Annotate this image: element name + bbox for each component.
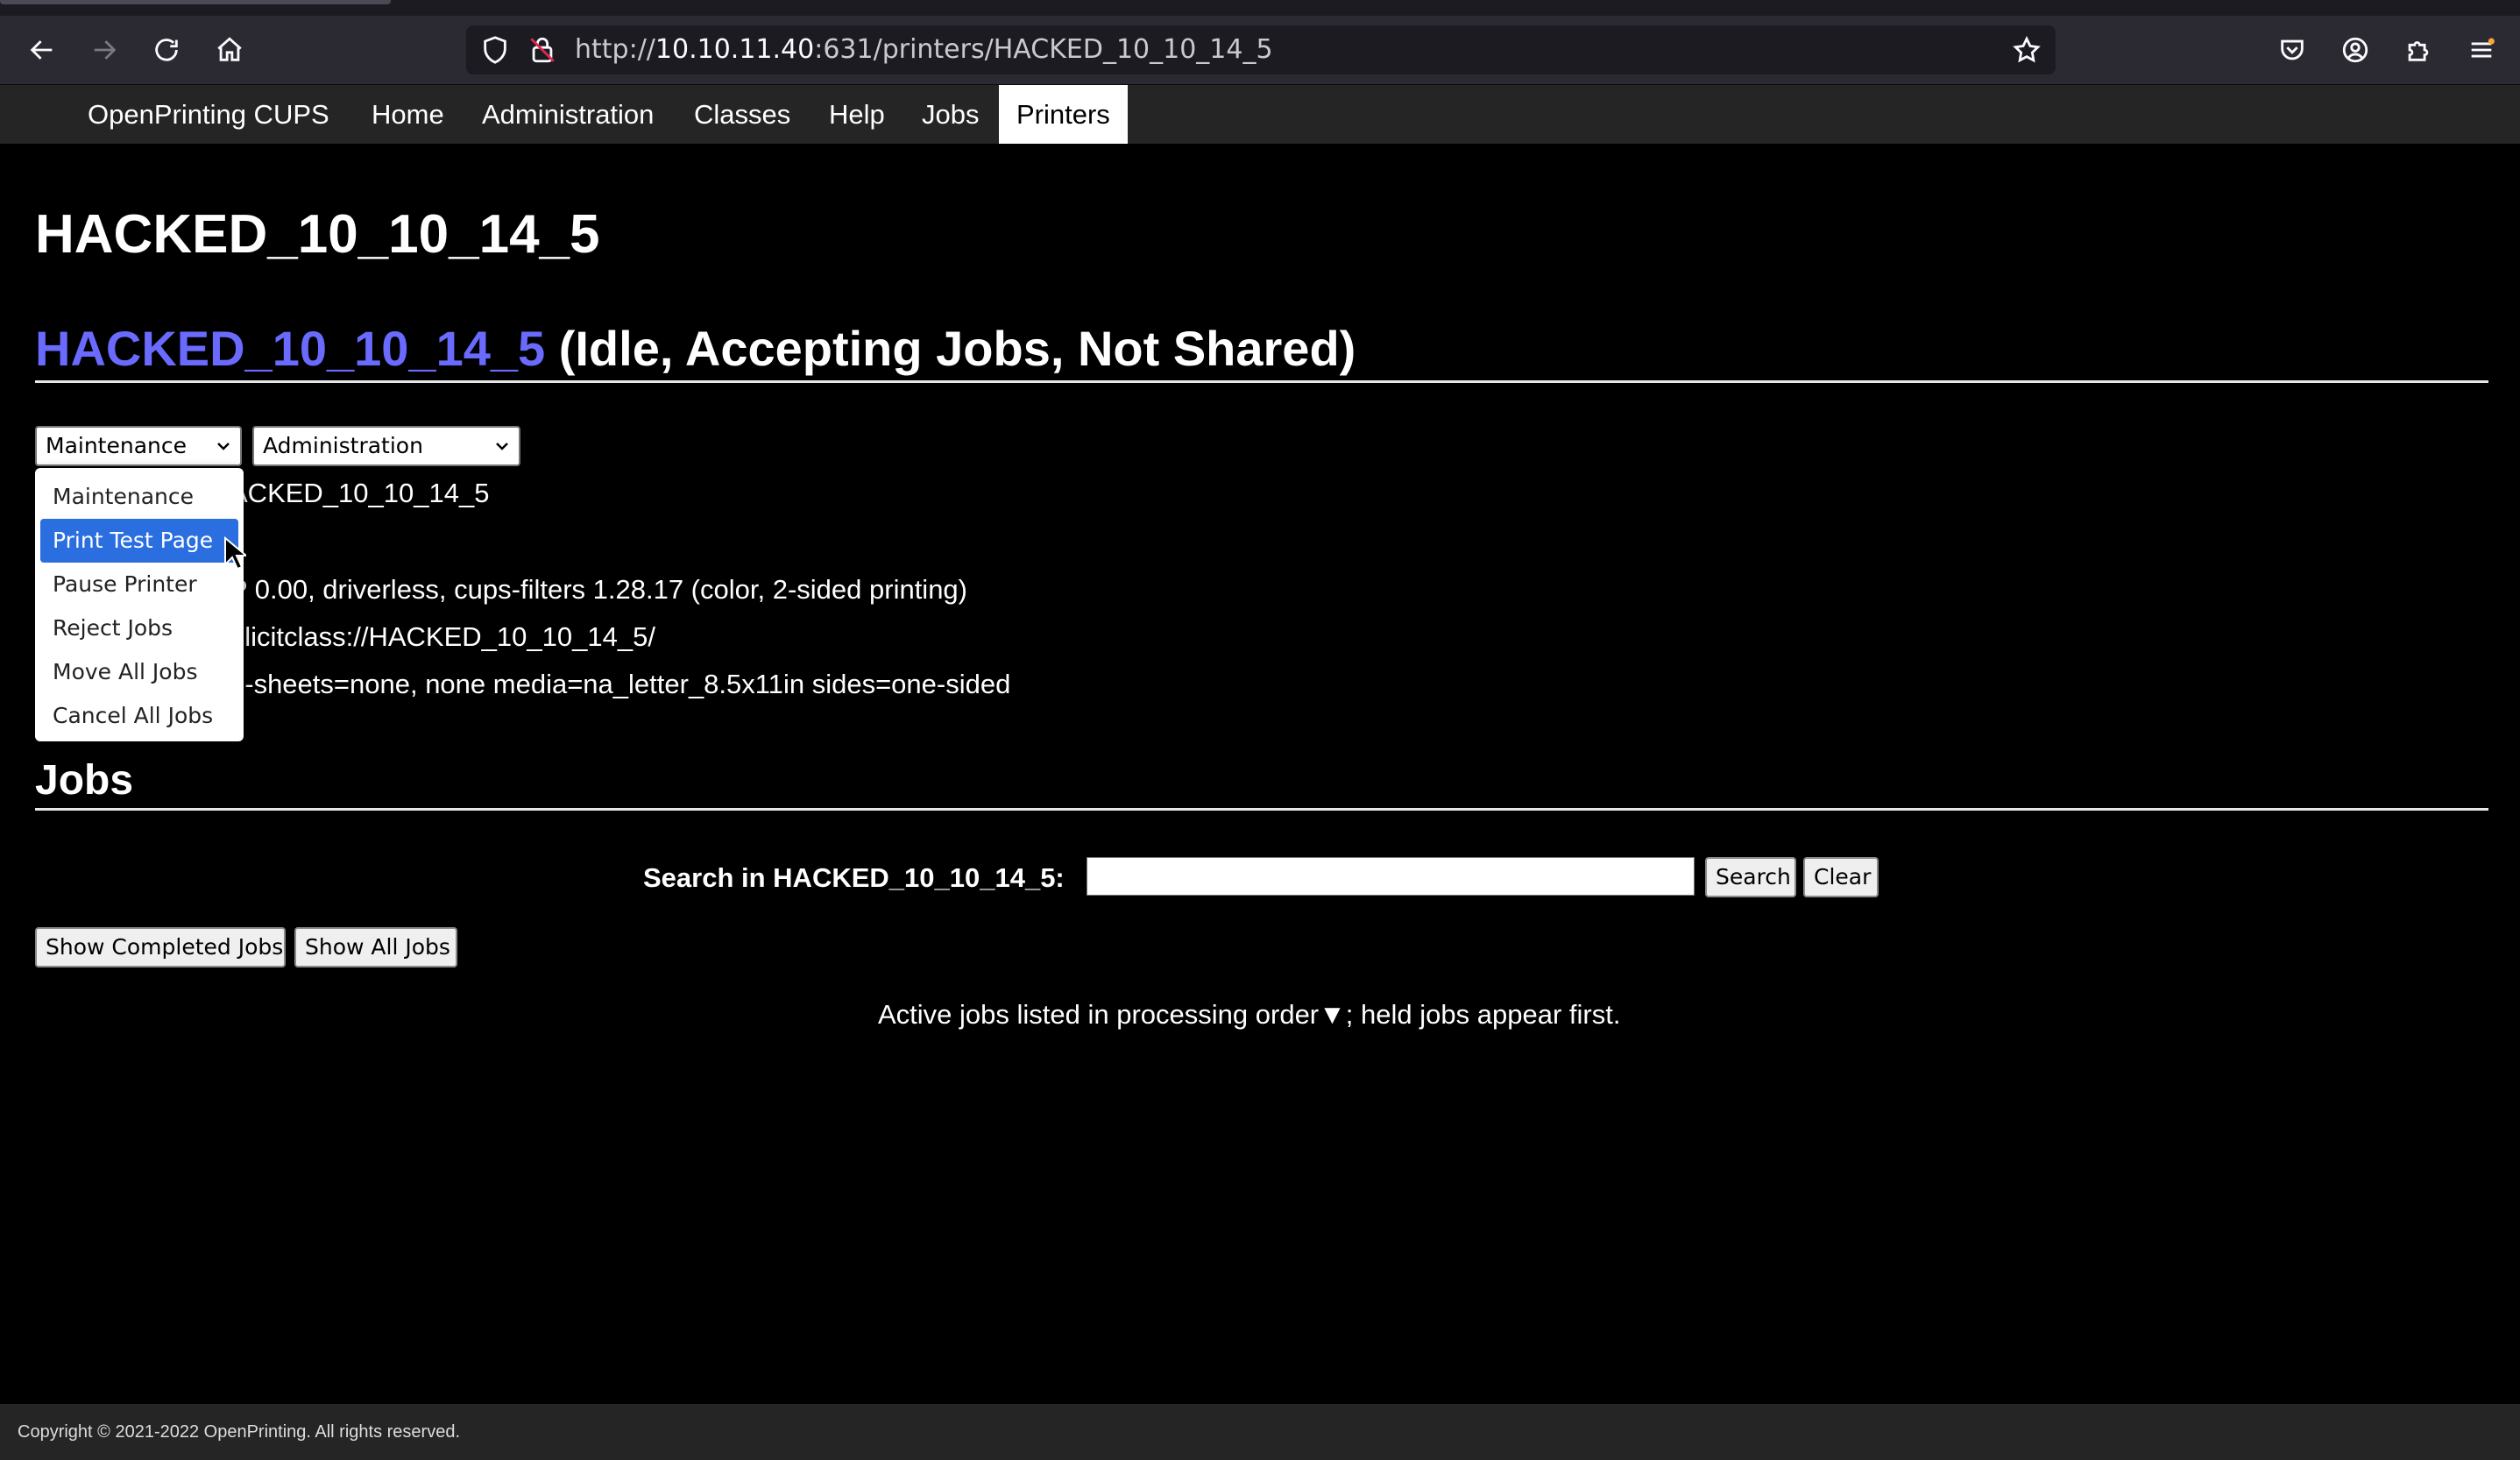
printer-description: ACKED_10_10_14_5 (230, 478, 490, 508)
maintenance-select[interactable]: Maintenance (35, 426, 242, 466)
administration-select-value: Administration (263, 433, 423, 458)
printer-heading: HACKED_10_10_14_5 (Idle, Accepting Jobs,… (35, 314, 1356, 384)
hamburger-menu-icon (2471, 38, 2495, 58)
tab-strip (0, 0, 2520, 16)
forward-button[interactable] (87, 32, 122, 67)
home-icon (217, 37, 242, 61)
url-path: :631/printers/HACKED_10_10_14_5 (814, 34, 1273, 65)
jobs-heading: Jobs (35, 757, 134, 804)
search-input[interactable] (1087, 857, 1695, 896)
menu-button[interactable] (2464, 32, 2499, 67)
pocket-button[interactable] (2275, 32, 2310, 67)
copyright-text: Copyright © 2021-2022 OpenPrinting. All … (18, 1422, 461, 1442)
url-text[interactable]: http://10.10.11.40:631/printers/HACKED_1… (575, 25, 1273, 74)
printer-defaults: o-sheets=none, none media=na_letter_8.5x… (230, 669, 1011, 699)
nav-brand-openprinting-cups[interactable]: OpenPrinting CUPS (70, 85, 347, 144)
printer-name-link[interactable]: HACKED_10_10_14_5 (35, 321, 545, 376)
printer-connection: plicitclass://HACKED_10_10_14_5/ (230, 621, 655, 652)
jobs-order-note: Active jobs listed in processing order▼;… (878, 999, 1621, 1030)
browser-toolbar: http://10.10.11.40:631/printers/HACKED_1… (0, 16, 2520, 85)
extensions-button[interactable] (2401, 32, 2436, 67)
printer-driver: P 0.00, driverless, cups-filters 1.28.17… (230, 574, 967, 605)
reload-button[interactable] (149, 32, 184, 67)
back-button[interactable] (25, 32, 60, 67)
option-reject-jobs[interactable]: Reject Jobs (40, 606, 238, 650)
chevron-down-icon (496, 443, 508, 450)
url-host: 10.10.11.40 (655, 34, 815, 65)
reload-icon (155, 39, 178, 61)
pocket-icon (2281, 39, 2304, 60)
puzzle-icon (2408, 41, 2429, 61)
url-prefix: http:// (575, 34, 655, 65)
maintenance-select-value: Maintenance (46, 433, 187, 458)
clear-button[interactable]: Clear (1803, 857, 1879, 897)
heading-divider (35, 380, 2488, 383)
home-button[interactable] (212, 32, 247, 67)
show-completed-jobs-button[interactable]: Show Completed Jobs (35, 927, 286, 967)
nav-home[interactable]: Home (354, 85, 462, 144)
option-cancel-all-jobs[interactable]: Cancel All Jobs (40, 694, 238, 738)
footer: Copyright © 2021-2022 OpenPrinting. All … (0, 1404, 2520, 1460)
mouse-pointer-icon (224, 536, 246, 571)
active-tab-indicator[interactable] (0, 0, 391, 4)
nav-printers[interactable]: Printers (999, 85, 1128, 144)
insecure-lock-icon[interactable] (527, 35, 557, 65)
option-print-test-page[interactable]: Print Test Page (40, 519, 238, 563)
jobs-divider (35, 808, 2488, 811)
nav-help[interactable]: Help (811, 85, 903, 144)
arrow-left-icon (30, 40, 53, 60)
maintenance-dropdown-list: Maintenance Print Test Page Pause Printe… (35, 468, 244, 741)
option-pause-printer[interactable]: Pause Printer (40, 563, 238, 606)
star-icon[interactable] (2012, 35, 2042, 65)
cups-nav-bar: OpenPrinting CUPS Home Administration Cl… (0, 85, 2520, 144)
search-button[interactable]: Search (1705, 857, 1796, 897)
nav-jobs[interactable]: Jobs (904, 85, 996, 144)
administration-select[interactable]: Administration (252, 426, 520, 466)
nav-classes[interactable]: Classes (676, 85, 808, 144)
url-bar[interactable]: http://10.10.11.40:631/printers/HACKED_1… (466, 25, 2056, 74)
option-move-all-jobs[interactable]: Move All Jobs (40, 650, 238, 694)
tracking-protection-shield-icon[interactable] (480, 35, 510, 65)
option-maintenance[interactable]: Maintenance (40, 475, 238, 519)
printer-status: (Idle, Accepting Jobs, Not Shared) (558, 321, 1356, 376)
account-icon (2342, 37, 2368, 63)
show-all-jobs-button[interactable]: Show All Jobs (294, 927, 457, 967)
arrow-right-icon (94, 40, 117, 60)
account-button[interactable] (2338, 32, 2373, 67)
page-title: HACKED_10_10_14_5 (35, 204, 600, 265)
search-label: Search in HACKED_10_10_14_5: (643, 862, 1065, 893)
nav-administration[interactable]: Administration (464, 85, 671, 144)
chevron-down-icon (217, 443, 230, 450)
